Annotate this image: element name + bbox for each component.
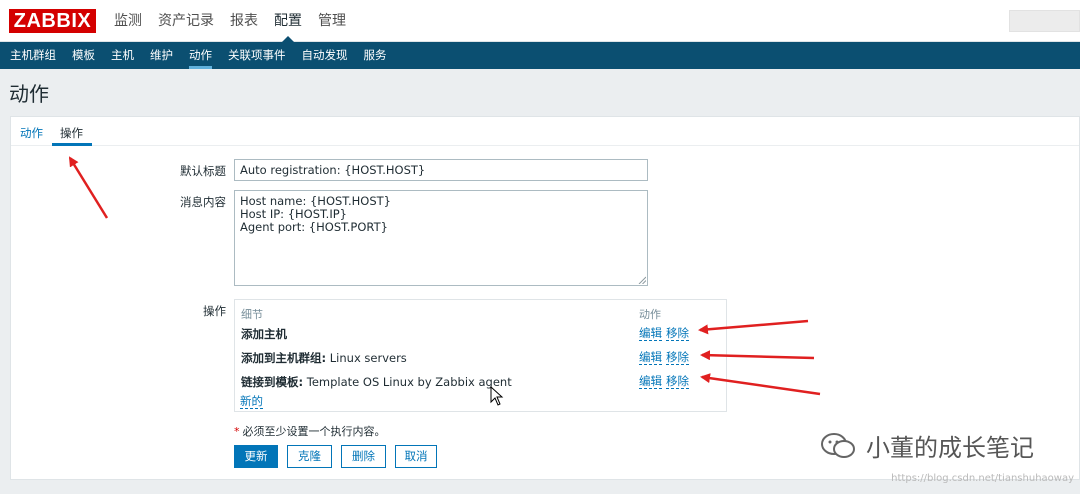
sub-menu-hosts[interactable]: 主机 (103, 42, 142, 69)
sub-navigation-bar: 主机群组 模板 主机 维护 动作 关联项事件 自动发现 服务 (0, 42, 1080, 69)
details-column-header: 细节 (241, 308, 263, 321)
sub-menu-maintenance[interactable]: 维护 (142, 42, 181, 69)
top-menu-configuration[interactable]: 配置 (266, 0, 310, 42)
watermark: 小董的成长笔记 (820, 428, 1034, 463)
default-subject-input[interactable] (234, 159, 648, 181)
top-menu-reports[interactable]: 报表 (222, 0, 266, 42)
edit-operation-link[interactable]: 编辑 (639, 326, 662, 341)
zabbix-logo[interactable]: ZABBIX (9, 9, 96, 33)
wechat-icon (821, 432, 855, 458)
resize-grip-icon[interactable] (638, 276, 646, 284)
operation-row-add-to-group: 添加到主机群组: Linux servers (241, 350, 407, 366)
edit-operation-link[interactable]: 编辑 (639, 350, 662, 365)
remove-operation-link[interactable]: 移除 (666, 374, 689, 389)
sub-menu-discovery[interactable]: 自动发现 (294, 42, 356, 69)
watermark-text: 小董的成长笔记 (866, 434, 1034, 462)
cancel-button[interactable]: 取消 (395, 445, 437, 468)
required-star: * (234, 425, 240, 438)
sub-menu-templates[interactable]: 模板 (64, 42, 103, 69)
operations-table: 细节 动作 添加主机 编辑 移除 添加到主机群组: Linux servers … (234, 299, 727, 412)
active-tab-indicator (52, 143, 92, 146)
clone-button[interactable]: 克隆 (287, 445, 332, 468)
sub-menu-event-correlation[interactable]: 关联项事件 (220, 42, 294, 69)
edit-operation-link[interactable]: 编辑 (639, 374, 662, 389)
default-message-textarea[interactable]: Host name: {HOST.HOST} Host IP: {HOST.IP… (234, 190, 648, 286)
operation-type: 添加主机 (241, 327, 287, 341)
operation-target: Linux servers (326, 351, 407, 365)
url-watermark: https://blog.csdn.net/tianshuhaoway (891, 473, 1074, 484)
tab-operations[interactable]: 操作 (60, 125, 83, 141)
sub-menu-services[interactable]: 服务 (356, 42, 395, 69)
search-input[interactable] (1009, 10, 1080, 32)
message-line: Agent port: {HOST.PORT} (240, 220, 388, 234)
default-subject-label: 默认标题 (180, 164, 226, 178)
required-note: * 必须至少设置一个执行内容。 (234, 423, 386, 439)
sub-menu-host-groups[interactable]: 主机群组 (2, 42, 64, 69)
action-form-panel: 动作 操作 默认标题 消息内容 Host name: {HOST.HOST} H… (10, 116, 1080, 480)
tab-bar: 动作 操作 (11, 117, 1079, 146)
update-button[interactable]: 更新 (234, 445, 278, 468)
top-navigation-bar: ZABBIX 监测 资产记录 报表 配置 管理 (0, 0, 1080, 42)
operation-row-link-template: 链接到模板: Template OS Linux by Zabbix agent (241, 374, 512, 390)
operation-target: Template OS Linux by Zabbix agent (303, 375, 512, 389)
top-menu-administration[interactable]: 管理 (310, 0, 354, 42)
remove-operation-link[interactable]: 移除 (666, 350, 689, 365)
default-message-label: 消息内容 (180, 195, 226, 209)
tab-action[interactable]: 动作 (20, 125, 43, 141)
operations-label: 操作 (203, 304, 226, 318)
required-note-text: 必须至少设置一个执行内容。 (242, 425, 386, 438)
new-operation-link[interactable]: 新的 (240, 394, 263, 409)
top-menu: 监测 资产记录 报表 配置 管理 (106, 0, 354, 42)
sub-menu-actions[interactable]: 动作 (181, 42, 220, 69)
top-menu-monitoring[interactable]: 监测 (106, 0, 150, 42)
remove-operation-link[interactable]: 移除 (666, 326, 689, 341)
operation-type: 链接到模板: (241, 375, 304, 389)
top-menu-inventory[interactable]: 资产记录 (150, 0, 222, 42)
page-title: 动作 (9, 82, 49, 106)
operation-row-add-host: 添加主机 (241, 326, 287, 342)
action-column-header: 动作 (639, 308, 661, 321)
delete-button[interactable]: 删除 (341, 445, 386, 468)
operation-type: 添加到主机群组: (241, 351, 327, 365)
